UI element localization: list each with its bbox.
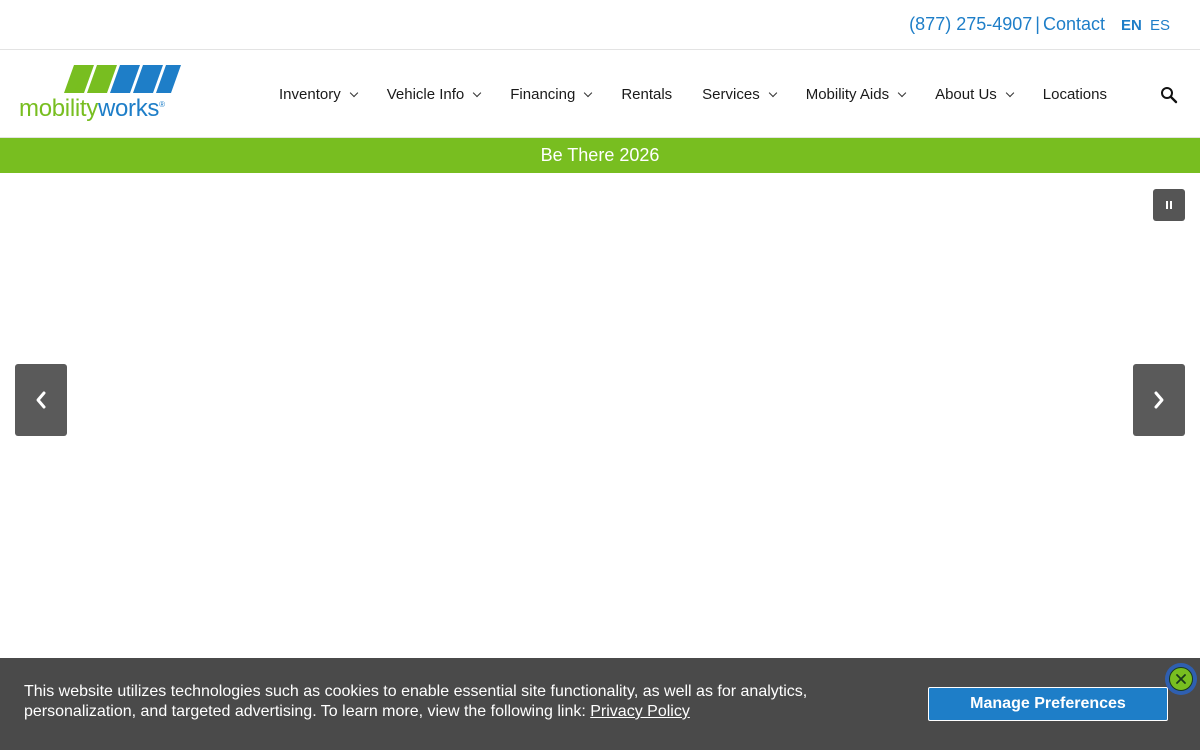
hero-carousel [0,173,1200,658]
contact-line: (877) 275-4907 | Contact [909,14,1105,35]
nav-item-locations[interactable]: Locations [1043,86,1107,103]
site-logo[interactable]: mobilityworks® [19,65,184,125]
lang-es-link[interactable]: ES [1150,17,1170,34]
nav-label: Vehicle Info [386,85,465,103]
nav-label: Services [702,85,760,103]
cookie-banner: This website utilizes technologies such … [0,658,1200,750]
logo-registered-mark: ® [159,100,165,109]
search-button[interactable] [1160,86,1178,104]
language-switcher: EN ES [1121,17,1170,34]
carousel-prev-button[interactable] [15,364,67,436]
cookie-message: This website utilizes technologies such … [24,682,844,722]
carousel-next-button[interactable] [1133,364,1185,436]
logo-text-works: works [97,95,160,122]
chevron-down-icon [473,88,482,97]
privacy-policy-link[interactable]: Privacy Policy [590,703,690,720]
search-icon [1161,87,1178,104]
logo-wordmark: mobilityworks® [19,95,165,123]
chevron-down-icon [584,88,593,97]
manage-preferences-button[interactable]: Manage Preferences [928,687,1168,721]
main-header: mobilityworks® Inventory Vehicle Info Fi… [0,51,1200,138]
contact-link[interactable]: Contact [1043,14,1105,34]
nav-label: Mobility Aids [805,85,890,103]
utility-bar: (877) 275-4907 | Contact EN ES [0,0,1200,50]
nav-item-rentals[interactable]: Rentals [621,86,672,103]
chevron-down-icon [768,88,777,97]
chevron-down-icon [897,88,907,97]
nav-item-inventory[interactable]: Inventory [279,85,358,103]
nav-label: About Us [935,85,997,103]
nav-label: Locations [1042,85,1107,103]
carousel-pause-button[interactable] [1153,189,1185,221]
chevron-down-icon [349,88,358,97]
nav-item-mobility-aids[interactable]: Mobility Aids [805,85,907,103]
contact-separator: | [1035,14,1040,34]
chevron-right-icon [1154,391,1164,409]
close-icon [1169,667,1193,691]
chevron-down-icon [1005,88,1015,97]
nav-label: Financing [510,85,576,103]
nav-item-about-us[interactable]: About Us [935,85,1015,103]
phone-link[interactable]: (877) 275-4907 [909,14,1032,34]
logo-text-mobility: mobility [19,95,98,122]
pause-icon [1166,201,1172,209]
nav-item-financing[interactable]: Financing [510,85,593,103]
logo-mark-icon [64,65,181,93]
main-nav: Inventory Vehicle Info Financing Rentals… [279,51,1137,137]
cookie-close-button[interactable] [1165,663,1197,695]
nav-label: Inventory [279,85,341,103]
nav-item-vehicle-info[interactable]: Vehicle Info [386,85,482,103]
chevron-left-icon [36,391,46,409]
promo-text: Be There 2026 [540,145,660,165]
lang-en-link[interactable]: EN [1121,17,1142,34]
nav-item-services[interactable]: Services [702,85,777,103]
nav-label: Rentals [621,85,673,103]
promo-banner[interactable]: Be There 2026 [0,138,1200,173]
